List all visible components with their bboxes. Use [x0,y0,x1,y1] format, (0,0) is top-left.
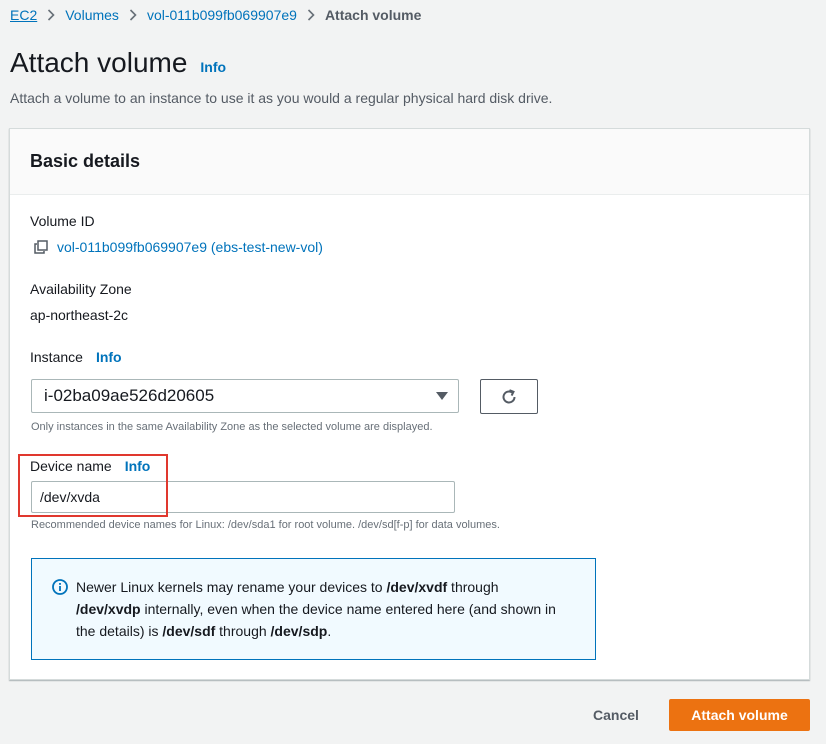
attach-volume-button[interactable]: Attach volume [669,699,810,731]
alert-bold-part: /dev/sdp [270,623,328,639]
refresh-button[interactable] [480,379,538,414]
cancel-button[interactable]: Cancel [580,700,652,730]
device-name-info-link[interactable]: Info [125,458,151,474]
alert-text-part: . [327,623,332,639]
volume-id-link[interactable]: vol-011b099fb069907e9 (ebs-test-new-vol) [34,239,323,255]
alert-text-part: Newer Linux kernels may rename your devi… [76,579,387,595]
alert-text-part: through [447,579,499,595]
instance-info-link[interactable]: Info [96,349,122,365]
page-title: Attach volume [10,47,188,78]
basic-details-panel: Basic details Volume ID vol-011b099fb069… [9,128,810,680]
volume-id-label: Volume ID [30,213,95,229]
alert-bold-part: /dev/xvdf [386,579,448,595]
device-name-label: Device name [30,458,112,474]
copy-icon[interactable] [34,240,48,254]
breadcrumb-volume-id[interactable]: vol-011b099fb069907e9 [147,7,297,23]
panel-header: Basic details [10,129,809,195]
chevron-right-icon [129,9,137,21]
device-name-hint: Recommended device names for Linux: /dev… [31,519,500,531]
breadcrumb-volumes[interactable]: Volumes [65,7,119,23]
page-info-link[interactable]: Info [200,59,226,75]
alert-bold-part: /dev/xvdp [76,601,141,617]
breadcrumb-current: Attach volume [324,7,422,23]
device-name-label-row: Device name Info [30,458,150,474]
refresh-icon [499,387,519,407]
chevron-right-icon [307,9,315,21]
availability-zone-value: ap-northeast-2c [30,307,129,323]
instance-hint: Only instances in the same Availability … [31,421,433,433]
info-alert: Newer Linux kernels may rename your devi… [31,558,596,660]
instance-select-value: i-02ba09ae526d20605 [44,386,215,405]
availability-zone-label: Availability Zone [30,281,132,297]
alert-text: Newer Linux kernels may rename your devi… [76,579,556,639]
alert-text-part: through [215,623,271,639]
instance-label: Instance [30,349,83,365]
instance-select[interactable]: i-02ba09ae526d20605 [31,379,459,413]
breadcrumb-ec2[interactable]: EC2 [10,7,37,23]
chevron-right-icon [47,9,55,21]
page-description: Attach a volume to an instance to use it… [10,90,553,106]
breadcrumb: EC2 Volumes vol-011b099fb069907e9 Attach… [10,5,421,25]
page-header: Attach volume Info [10,47,226,79]
instance-label-row: Instance Info [30,349,122,365]
info-circle-icon [52,579,68,595]
volume-id-value[interactable]: vol-011b099fb069907e9 (ebs-test-new-vol) [57,239,323,255]
device-name-input[interactable] [31,481,455,513]
caret-down-icon [436,392,448,400]
panel-title: Basic details [30,151,141,171]
alert-bold-part: /dev/sdf [162,623,216,639]
